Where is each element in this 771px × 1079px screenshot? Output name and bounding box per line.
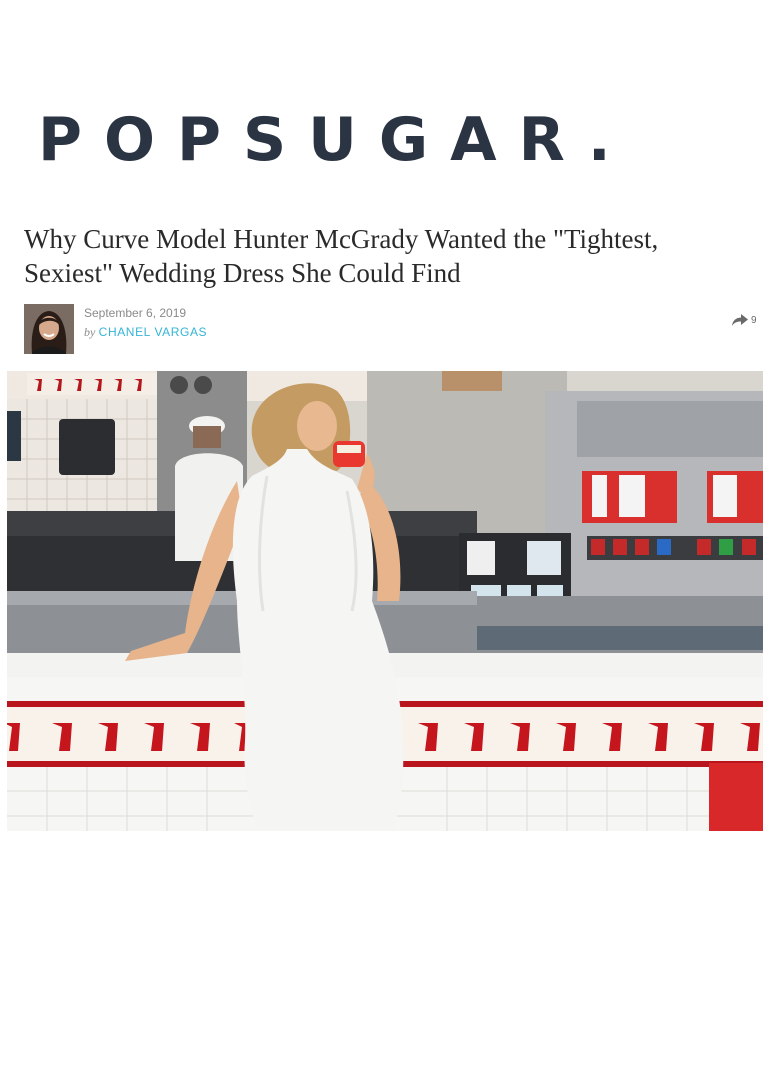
share-arrow-icon bbox=[732, 314, 748, 326]
site-logo[interactable]: POPSUGAR. bbox=[38, 104, 718, 176]
author-avatar[interactable] bbox=[24, 304, 74, 354]
publish-date: September 6, 2019 bbox=[84, 306, 187, 320]
author-link[interactable]: CHANEL VARGAS bbox=[99, 325, 208, 339]
author-line: by CHANEL VARGAS bbox=[84, 325, 207, 340]
hero-image bbox=[7, 371, 763, 831]
article-byline: September 6, 2019 by CHANEL VARGAS bbox=[24, 304, 324, 354]
article-headline: Why Curve Model Hunter McGrady Wanted th… bbox=[24, 224, 659, 288]
share-count: 9 bbox=[751, 314, 757, 326]
share-button[interactable]: 9 bbox=[732, 312, 757, 328]
by-label: by bbox=[84, 325, 96, 339]
